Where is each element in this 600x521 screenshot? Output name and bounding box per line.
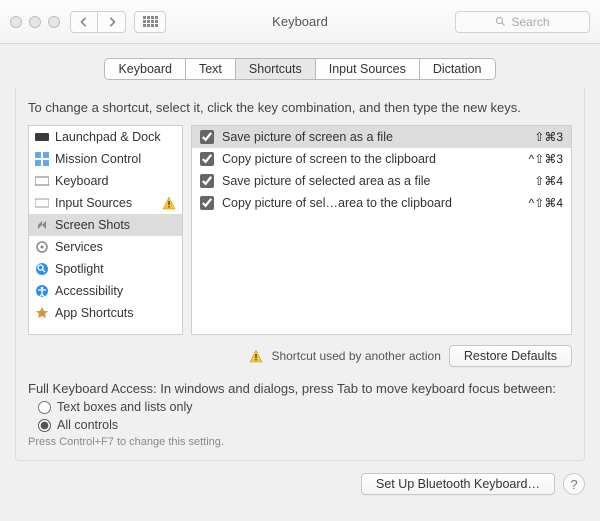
services-icon [35,240,49,254]
fka-radio[interactable] [38,401,51,414]
sidebar-item-label: Launchpad & Dock [55,130,161,144]
shortcut-row[interactable]: Copy picture of sel…area to the clipboar… [192,192,571,214]
warning-icon [249,349,263,363]
shortcut-label: Save picture of selected area as a file [222,174,526,188]
forward-button[interactable] [98,11,126,33]
launchpad-icon [35,130,49,144]
fka-option-text-boxes[interactable]: Text boxes and lists only [38,400,572,414]
fka-radio[interactable] [38,419,51,432]
shortcut-keys[interactable]: ⇧⌘4 [534,174,563,188]
tab-input-sources[interactable]: Input Sources [316,59,420,79]
tab-shortcuts[interactable]: Shortcuts [236,59,316,79]
shortcut-keys[interactable]: ^⇧⌘3 [529,152,563,166]
shortcut-list[interactable]: Save picture of screen as a file ⇧⌘3 Cop… [191,125,572,335]
search-icon [495,16,506,27]
sidebar-item-mission-control[interactable]: Mission Control [29,148,182,170]
search-placeholder: Search [511,15,549,29]
warning-icon [162,196,176,210]
full-keyboard-access: Full Keyboard Access: In windows and dia… [28,381,572,448]
shortcut-row[interactable]: Save picture of selected area as a file … [192,170,571,192]
titlebar: Keyboard Search [0,0,600,44]
fka-option-label: All controls [57,418,118,432]
search-input[interactable]: Search [455,11,590,33]
sidebar-item-input-sources[interactable]: Input Sources [29,192,182,214]
sidebar-item-screen-shots[interactable]: Screen Shots [29,214,182,236]
tab-text[interactable]: Text [186,59,236,79]
sidebar-item-label: Screen Shots [55,218,130,232]
tab-keyboard[interactable]: Keyboard [105,59,186,79]
close-icon[interactable] [10,16,22,28]
sidebar-item-label: Spotlight [55,262,104,276]
nav-buttons [70,11,126,33]
shortcut-label: Save picture of screen as a file [222,130,526,144]
grid-icon [143,16,158,27]
instruction-text: To change a shortcut, select it, click t… [28,100,572,115]
setup-bluetooth-keyboard-button[interactable]: Set Up Bluetooth Keyboard… [361,473,555,495]
fka-option-all-controls[interactable]: All controls [38,418,572,432]
sidebar-item-label: App Shortcuts [55,306,134,320]
app-shortcuts-icon [35,306,49,320]
sidebar-item-app-shortcuts[interactable]: App Shortcuts [29,302,182,324]
shortcut-label: Copy picture of sel…area to the clipboar… [222,196,521,210]
shortcut-checkbox[interactable] [200,174,214,188]
zoom-icon[interactable] [48,16,60,28]
sidebar-item-label: Keyboard [55,174,109,188]
shortcut-checkbox[interactable] [200,130,214,144]
spotlight-icon [35,262,49,276]
show-all-button[interactable] [134,11,166,33]
fka-heading: Full Keyboard Access: In windows and dia… [28,381,572,396]
mission-control-icon [35,152,49,166]
sidebar-item-label: Mission Control [55,152,141,166]
window-controls [10,16,60,28]
sidebar-item-label: Services [55,240,103,254]
main-panel: To change a shortcut, select it, click t… [15,88,585,461]
fka-option-label: Text boxes and lists only [57,400,193,414]
sidebar-item-spotlight[interactable]: Spotlight [29,258,182,280]
minimize-icon[interactable] [29,16,41,28]
legend-row: Shortcut used by another action Restore … [28,345,572,367]
sidebar-item-keyboard[interactable]: Keyboard [29,170,182,192]
footer: Set Up Bluetooth Keyboard… ? [0,461,600,495]
fka-hint: Press Control+F7 to change this setting. [28,436,572,448]
shortcut-keys[interactable]: ^⇧⌘4 [529,196,563,210]
sidebar-item-label: Input Sources [55,196,132,210]
help-button[interactable]: ? [563,473,585,495]
sidebar-item-accessibility[interactable]: Accessibility [29,280,182,302]
shortcut-checkbox[interactable] [200,196,214,210]
back-button[interactable] [70,11,98,33]
sidebar-item-services[interactable]: Services [29,236,182,258]
tabs: Keyboard Text Shortcuts Input Sources Di… [104,58,495,80]
sidebar-item-label: Accessibility [55,284,123,298]
keyboard-icon [35,174,49,188]
shortcut-label: Copy picture of screen to the clipboard [222,152,521,166]
tab-dictation[interactable]: Dictation [420,59,495,79]
screenshots-icon [35,218,49,232]
sidebar-item-launchpad[interactable]: Launchpad & Dock [29,126,182,148]
shortcut-row[interactable]: Save picture of screen as a file ⇧⌘3 [192,126,571,148]
restore-defaults-button[interactable]: Restore Defaults [449,345,572,367]
chevron-left-icon [79,17,89,27]
shortcut-row[interactable]: Copy picture of screen to the clipboard … [192,148,571,170]
category-list[interactable]: Launchpad & Dock Mission Control Keyboar… [28,125,183,335]
accessibility-icon [35,284,49,298]
shortcut-checkbox[interactable] [200,152,214,166]
tab-bar: Keyboard Text Shortcuts Input Sources Di… [0,44,600,80]
shortcut-keys[interactable]: ⇧⌘3 [534,130,563,144]
legend-label: Shortcut used by another action [271,349,440,363]
input-sources-icon [35,196,49,210]
chevron-right-icon [107,17,117,27]
